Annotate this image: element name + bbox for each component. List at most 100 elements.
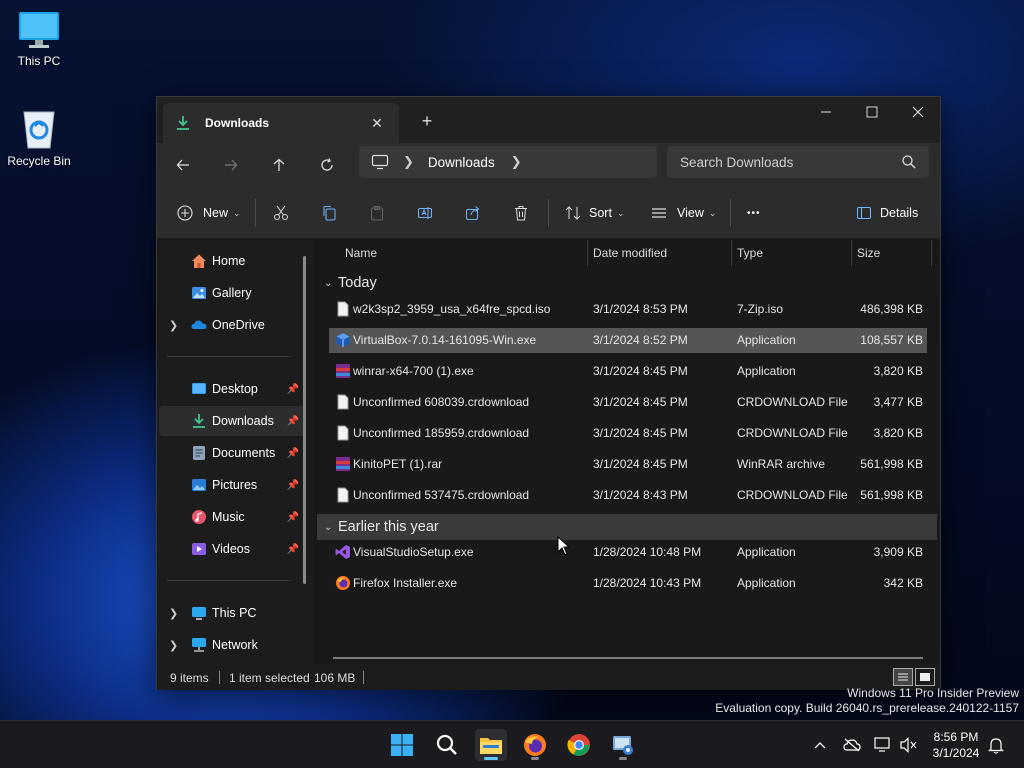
sidebar-item-onedrive[interactable]: ❯ OneDrive <box>159 310 305 340</box>
group-header-earlier-this-year[interactable]: ⌄ Earlier this year <box>317 514 937 540</box>
paste-button[interactable] <box>369 199 385 227</box>
file-row[interactable]: Unconfirmed 185959.crdownload 3/1/2024 8… <box>329 421 927 446</box>
chevron-right-icon[interactable]: ❯ <box>403 154 414 170</box>
back-button[interactable] <box>169 151 197 179</box>
sidebar-item-documents[interactable]: Documents 📌 <box>159 438 305 468</box>
videos-icon <box>192 543 206 555</box>
sidebar-item-downloads[interactable]: Downloads 📌 <box>159 406 305 436</box>
sort-button[interactable]: Sort ⌄ <box>565 199 624 227</box>
column-label: Size <box>857 246 881 260</box>
file-row[interactable]: VisualStudioSetup.exe 1/28/2024 10:48 PM… <box>329 540 927 565</box>
sidebar-item-network[interactable]: ❯ Network <box>159 630 305 660</box>
chevron-right-icon[interactable]: ❯ <box>511 154 522 170</box>
sidebar-item-this-pc[interactable]: ❯ This PC <box>159 598 305 628</box>
search-box[interactable]: Search Downloads <box>667 146 929 178</box>
network-tray-button[interactable] <box>873 735 893 755</box>
file-type: CRDOWNLOAD File <box>737 488 848 502</box>
sidebar-item-label: Documents <box>212 446 276 460</box>
horizontal-scrollbar[interactable] <box>333 657 923 659</box>
file-name: Unconfirmed 537475.crdownload <box>353 488 530 502</box>
cut-button[interactable] <box>273 199 289 227</box>
notifications-button[interactable] <box>986 735 1006 755</box>
pin-icon[interactable]: 📌 <box>287 480 299 491</box>
volume-tray-button[interactable] <box>899 735 919 755</box>
pin-icon[interactable]: 📌 <box>287 448 299 459</box>
sidebar-item-home[interactable]: Home <box>159 246 305 276</box>
chrome-icon <box>567 734 590 756</box>
column-divider[interactable] <box>731 240 732 266</box>
forward-button[interactable] <box>217 151 245 179</box>
close-window-button[interactable] <box>895 97 941 127</box>
search-button[interactable] <box>431 729 463 761</box>
start-button[interactable] <box>386 729 418 761</box>
group-header-today[interactable]: ⌄ Today <box>317 270 937 296</box>
new-button[interactable]: New ⌄ <box>177 199 241 227</box>
file-row[interactable]: Firefox Installer.exe 1/28/2024 10:43 PM… <box>329 571 927 596</box>
pin-icon[interactable]: 📌 <box>287 416 299 427</box>
pin-icon[interactable]: 📌 <box>287 512 299 523</box>
breadcrumb-downloads[interactable]: Downloads <box>428 155 495 170</box>
up-button[interactable] <box>265 151 293 179</box>
expand-chevron-icon[interactable]: ❯ <box>169 319 178 332</box>
file-row[interactable]: winrar-x64-700 (1).exe 3/1/2024 8:45 PM … <box>329 359 927 384</box>
show-hidden-icons-button[interactable] <box>810 735 830 755</box>
sidebar-scrollbar[interactable] <box>303 256 306 584</box>
search-input[interactable]: Search Downloads <box>680 155 901 170</box>
close-tab-icon[interactable]: ✕ <box>367 113 387 133</box>
sidebar-item-desktop[interactable]: Desktop 📌 <box>159 374 305 404</box>
column-header-date[interactable]: Date modified <box>593 240 733 266</box>
column-divider[interactable] <box>587 240 588 266</box>
file-date: 3/1/2024 8:45 PM <box>593 364 688 378</box>
file-date: 3/1/2024 8:45 PM <box>593 395 688 409</box>
view-button[interactable]: View ⌄ <box>651 199 716 227</box>
pin-icon[interactable]: 📌 <box>287 544 299 555</box>
selection-size: 106 MB <box>314 671 356 685</box>
file-row[interactable]: KinitoPET (1).rar 3/1/2024 8:45 PM WinRA… <box>329 452 927 477</box>
tab-downloads[interactable]: Downloads ✕ <box>163 103 399 143</box>
details-button[interactable]: Details <box>856 199 918 227</box>
file-row[interactable]: w2k3sp2_3959_usa_x64fre_spcd.iso 3/1/202… <box>329 297 927 322</box>
expand-chevron-icon[interactable]: ❯ <box>169 607 178 620</box>
sidebar-item-music[interactable]: Music 📌 <box>159 502 305 532</box>
large-icons-view-button[interactable] <box>915 668 935 686</box>
firefox-taskbar-button[interactable] <box>519 729 551 761</box>
refresh-icon <box>321 158 333 171</box>
column-divider[interactable] <box>851 240 852 266</box>
file-row[interactable]: Unconfirmed 537475.crdownload 3/1/2024 8… <box>329 483 927 508</box>
more-options-button[interactable]: ••• <box>747 199 761 227</box>
pin-icon[interactable]: 📌 <box>287 384 299 395</box>
sidebar-item-pictures[interactable]: Pictures 📌 <box>159 470 305 500</box>
virtualbox-setup-taskbar-button[interactable] <box>607 729 639 761</box>
desktop-icon-recycle-bin[interactable]: Recycle Bin <box>1 106 77 168</box>
share-button[interactable] <box>465 199 481 227</box>
copy-button[interactable] <box>321 199 337 227</box>
file-row[interactable]: VirtualBox-7.0.14-161095-Win.exe 3/1/202… <box>329 328 927 353</box>
address-bar[interactable]: ❯ Downloads ❯ <box>359 146 657 178</box>
onedrive-tray-button[interactable] <box>842 735 862 755</box>
file-row[interactable]: Unconfirmed 608039.crdownload 3/1/2024 8… <box>329 390 927 415</box>
chrome-taskbar-button[interactable] <box>563 729 595 761</box>
refresh-button[interactable] <box>313 151 341 179</box>
column-divider[interactable] <box>931 240 932 266</box>
clock[interactable]: 8:56 PM 3/1/2024 <box>928 729 984 761</box>
expand-chevron-icon[interactable]: ❯ <box>169 639 178 652</box>
chevron-down-icon: ⌄ <box>233 207 241 218</box>
new-tab-button[interactable]: + <box>415 110 439 134</box>
delete-button[interactable] <box>513 199 529 227</box>
view-label: View <box>677 206 704 220</box>
volume-muted-icon <box>900 737 917 753</box>
sidebar-item-videos[interactable]: Videos 📌 <box>159 534 305 564</box>
column-header-name[interactable]: Name <box>345 240 585 266</box>
maximize-button[interactable] <box>849 97 895 127</box>
file-explorer-taskbar-button[interactable] <box>475 729 507 761</box>
details-view-button[interactable] <box>893 668 913 686</box>
home-icon <box>192 254 206 268</box>
column-header-type[interactable]: Type <box>737 240 847 266</box>
toolbar-divider <box>255 199 256 227</box>
rename-button[interactable] <box>417 199 433 227</box>
file-name: Firefox Installer.exe <box>353 576 458 590</box>
sidebar-item-gallery[interactable]: Gallery <box>159 278 305 308</box>
desktop-icon-this-pc[interactable]: This PC <box>1 10 77 68</box>
minimize-button[interactable] <box>803 97 849 127</box>
column-header-size[interactable]: Size <box>857 240 927 266</box>
